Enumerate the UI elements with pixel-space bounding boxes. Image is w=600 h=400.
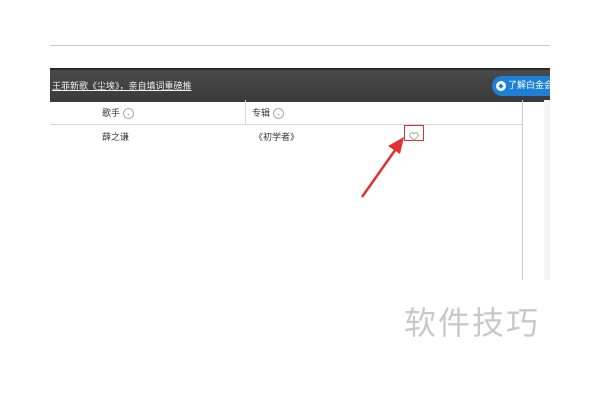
watermark: 软件技巧 [404,304,541,342]
